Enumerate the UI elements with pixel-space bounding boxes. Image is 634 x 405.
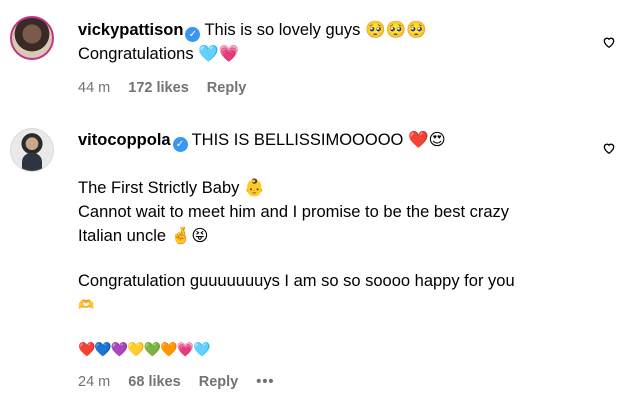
comment-line: The First Strictly Baby 👶 bbox=[78, 179, 265, 197]
comment-body: vickypattison ✓ This is so lovely guys 🥺🥺🥺… bbox=[78, 18, 427, 66]
avatar[interactable] bbox=[10, 128, 54, 172]
emoji-line: ❤️💙💜💛💚🧡💗🩵 bbox=[78, 341, 210, 357]
reply-button[interactable]: Reply bbox=[207, 80, 247, 96]
username[interactable]: vickypattison bbox=[78, 21, 183, 39]
comment-text: This is so lovely guys 🥺🥺🥺 bbox=[204, 21, 427, 39]
comment-line: Cannot wait to meet him and I promise to… bbox=[78, 203, 510, 221]
more-options-icon[interactable]: ••• bbox=[256, 374, 274, 390]
username[interactable]: vitocoppola bbox=[78, 131, 171, 149]
like-count[interactable]: 172 likes bbox=[128, 80, 188, 96]
heart-outline-icon[interactable] bbox=[602, 141, 616, 155]
comment-text: THIS IS BELLISSIMOOOOO ❤️😍 bbox=[191, 131, 446, 149]
avatar[interactable] bbox=[10, 16, 54, 60]
timestamp: 44 m bbox=[78, 80, 111, 96]
comment-body: vitocoppola ✓ THIS IS BELLISSIMOOOOO ❤️😍 bbox=[78, 128, 446, 152]
comment-line: Congratulations 🩵💗 bbox=[78, 45, 240, 63]
comment-meta: 24 m 68 likes Reply ••• bbox=[78, 374, 289, 390]
reply-button[interactable]: Reply bbox=[199, 374, 239, 390]
comment-meta: 44 m 172 likes Reply bbox=[78, 80, 260, 96]
timestamp: 24 m bbox=[78, 374, 111, 390]
comment-line: Congratulation guuuuuuuys I am so so soo… bbox=[78, 272, 515, 290]
like-count[interactable]: 68 likes bbox=[128, 374, 180, 390]
verified-badge-icon: ✓ bbox=[185, 27, 201, 42]
heart-outline-icon[interactable] bbox=[602, 35, 616, 49]
verified-badge-icon: ✓ bbox=[172, 137, 188, 152]
comment-line: 🫶 bbox=[78, 297, 95, 312]
comment-line: Italian uncle 🤞😝 bbox=[78, 227, 209, 245]
